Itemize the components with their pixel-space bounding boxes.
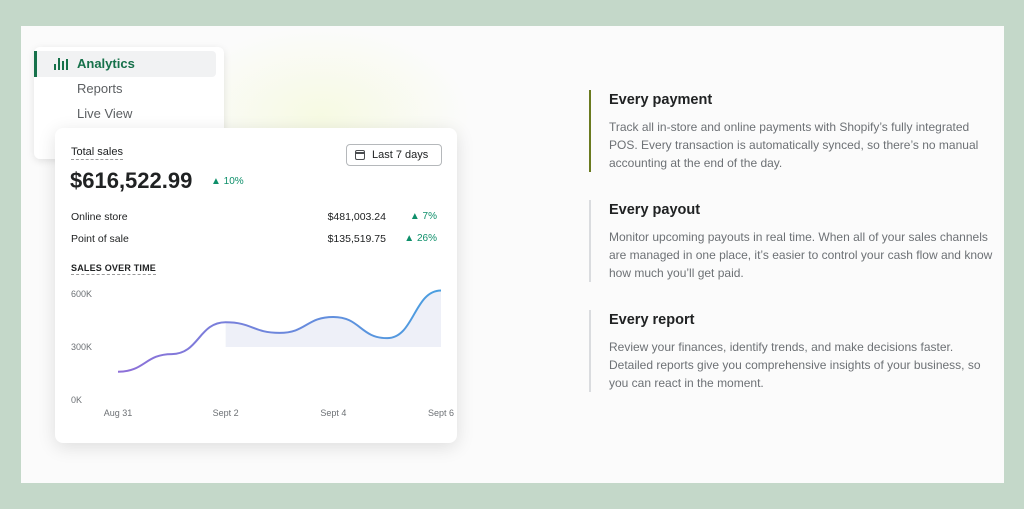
nav-item-reports[interactable]: Reports [34,76,216,102]
point-of-sale-value: $135,519.75 [327,233,386,245]
total-sales-value: $616,522.99 [70,168,193,193]
x-tick-label: Sept 4 [320,408,346,418]
x-tick-label: Sept 2 [213,408,239,418]
feature-active-indicator [589,90,591,172]
feature-title: Every payout [609,202,701,218]
data-point [439,288,443,292]
chart-title: SALES OVER TIME [71,263,157,275]
data-point [331,315,335,319]
nav-item-label: Reports [77,81,123,96]
y-tick-label: 600K [71,289,92,299]
feature-title: Every payment [609,92,713,108]
feature-title: Every report [609,312,695,328]
data-point [278,331,282,335]
total-sales-change: ▲ 10% [211,176,244,187]
point-of-sale-label: Point of sale [71,233,129,245]
x-tick-label: Aug 31 [104,408,133,418]
online-store-label: Online store [71,211,128,223]
feature-body: Review your finances, identify trends, a… [609,340,981,390]
feature-body: Monitor upcoming payouts in real time. W… [609,230,993,280]
feature-body: Track all in-store and online payments w… [609,120,979,170]
nav-item-analytics[interactable]: Analytics [34,51,216,77]
nav-item-label: Live View [77,106,133,121]
total-sales-card: Total sales $616,522.99 ▲ 10% Last 7 day… [55,128,457,443]
online-store-change: ▲ 7% [409,211,437,222]
data-point [116,370,120,374]
date-range-label: Last 7 days [372,149,429,161]
online-store-value: $481,003.24 [327,211,386,223]
date-range-button[interactable]: Last 7 days [346,144,442,166]
y-tick-label: 0K [71,395,82,405]
feature-indicator [589,310,591,392]
total-sales-label: Total sales [71,146,123,160]
x-tick-label: Sept 6 [428,408,454,418]
calendar-icon [355,150,365,160]
data-point [385,336,389,340]
sales-over-time-chart: 600K 300K 0K Aug 31 Sept 2 Sept 4 Sept 6 [71,288,454,418]
bar-chart-icon [54,58,68,70]
feature-every-payout[interactable]: Every payout Monitor upcoming payouts in… [589,200,999,282]
feature-every-payment[interactable]: Every payment Track all in-store and onl… [589,90,999,172]
feature-indicator [589,200,591,282]
nav-item-label: Analytics [77,56,135,71]
data-point [224,320,228,324]
y-tick-label: 300K [71,342,92,352]
feature-every-report[interactable]: Every report Review your finances, ident… [589,310,999,392]
data-point [170,352,174,356]
point-of-sale-change: ▲ 26% [404,233,437,244]
nav-item-live-view[interactable]: Live View [34,101,216,127]
